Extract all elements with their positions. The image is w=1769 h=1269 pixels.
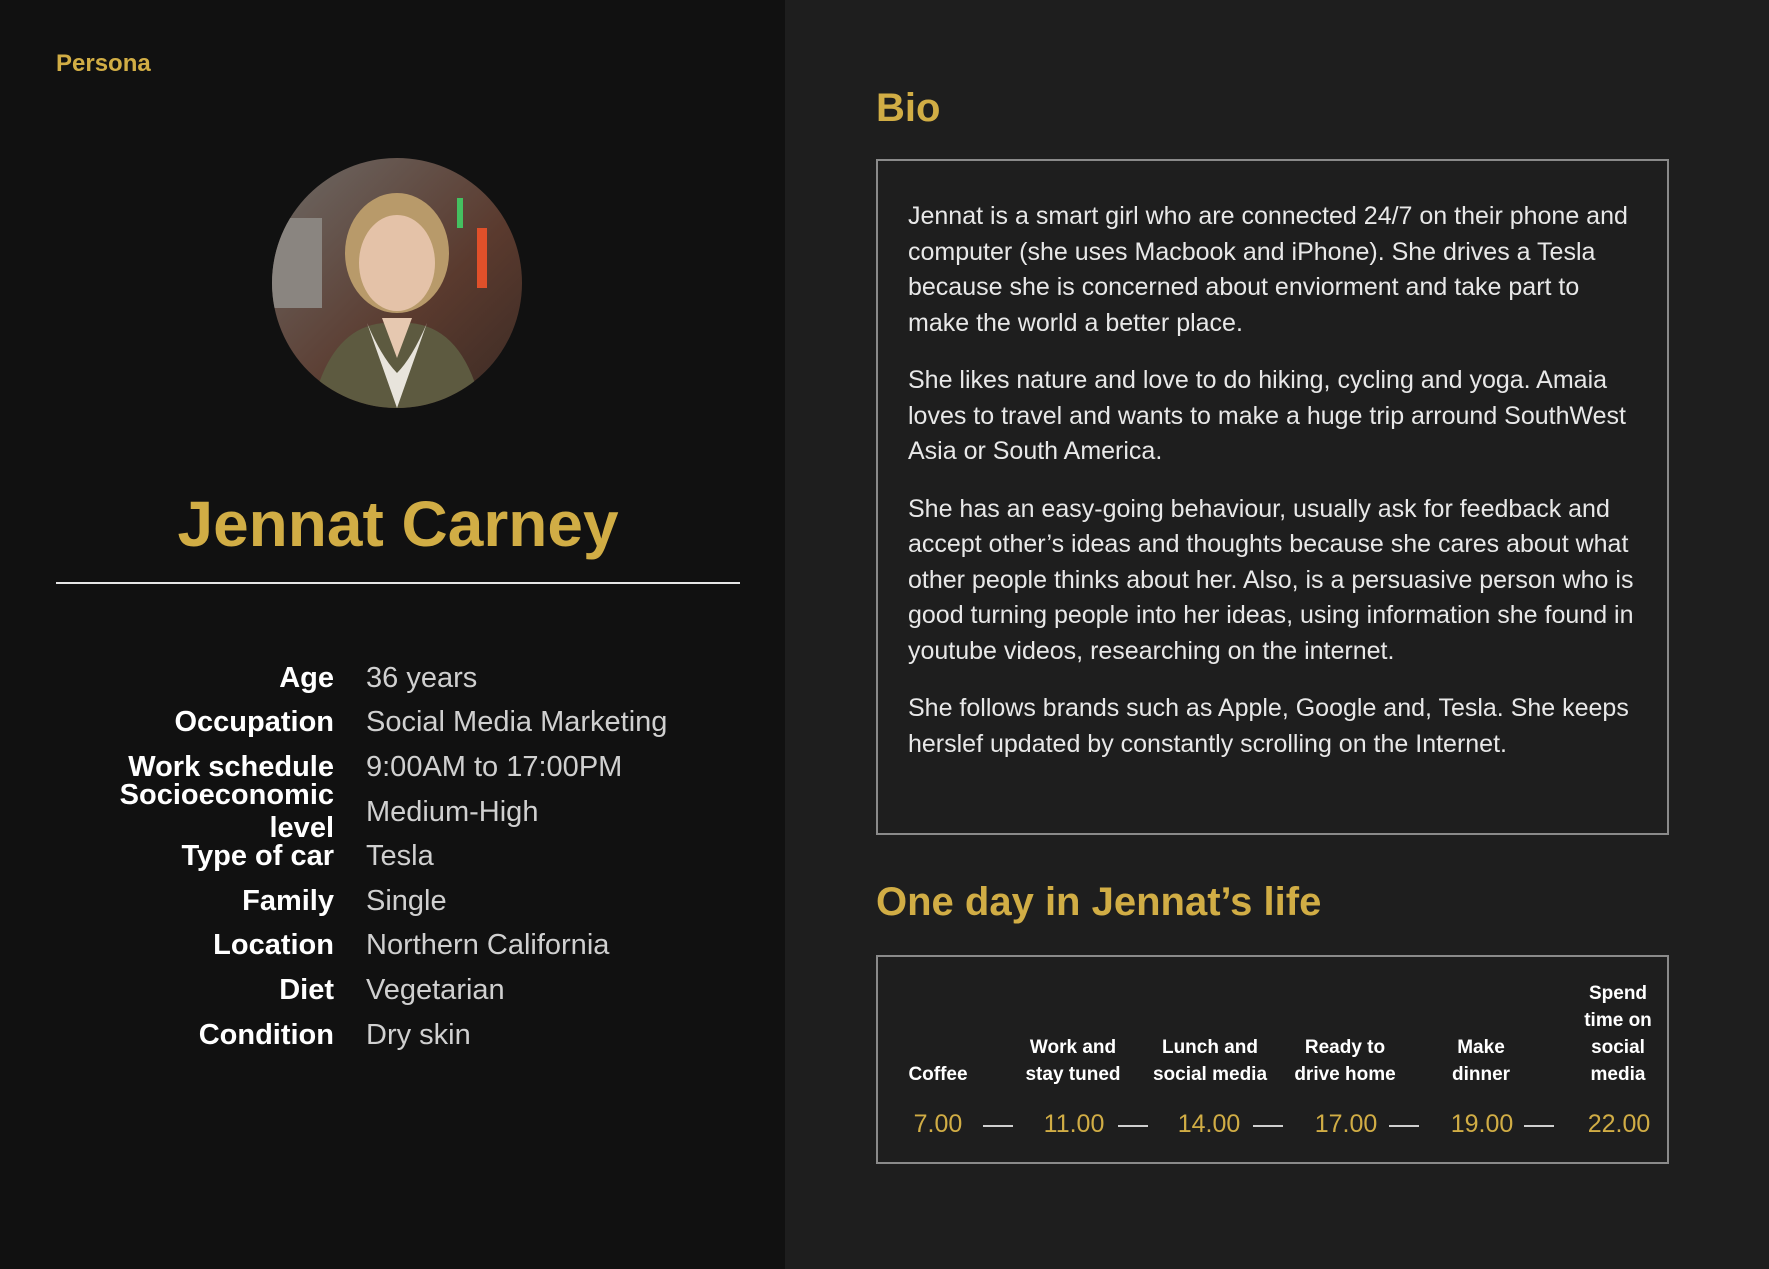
event-time: 22.00 <box>1587 1110 1651 1138</box>
detail-row-location: Location Northern California <box>56 924 756 969</box>
event-time: 14.00 <box>1177 1110 1241 1138</box>
day-title: One day in Jennat’s life <box>876 880 1322 924</box>
bio-paragraph: She likes nature and love to do hiking, … <box>908 366 1626 465</box>
detail-label: Type of car <box>181 840 334 873</box>
event-time: 7.00 <box>913 1110 963 1138</box>
detail-value: Tesla <box>366 840 434 873</box>
bio-box: Jennat is a smart girl who are connected… <box>876 159 1669 835</box>
details-list: Age 36 years Occupation Social Media Mar… <box>56 656 756 1057</box>
content-panel: Bio Jennat is a smart girl who are conne… <box>785 0 1769 1269</box>
day-timeline: Coffee Work and stay tuned Lunch and soc… <box>876 955 1669 1164</box>
detail-row-occupation: Occupation Social Media Marketing <box>56 701 756 746</box>
event-time: 11.00 <box>1043 1110 1105 1138</box>
detail-label: Age <box>279 661 334 694</box>
bio-paragraph: Jennat is a smart girl who are connected… <box>908 202 1628 337</box>
persona-name: Jennat Carney <box>177 488 619 560</box>
name-divider <box>56 582 740 584</box>
detail-row-family: Family Single <box>56 879 756 924</box>
detail-value: Medium-High <box>366 795 539 828</box>
timeline-dash <box>1389 1125 1419 1127</box>
timeline-dash <box>983 1125 1013 1127</box>
avatar <box>272 158 522 408</box>
bio-paragraph: She follows brands such as Apple, Google… <box>908 694 1629 758</box>
detail-label: Family <box>242 884 334 917</box>
persona-tag: Persona <box>56 50 151 77</box>
timeline-dash <box>1118 1125 1148 1127</box>
detail-row-condition: Condition Dry skin <box>56 1013 756 1058</box>
detail-row-socioeconomic-level: Socioeconomic level Medium-High <box>56 779 756 844</box>
detail-value: 9:00AM to 17:00PM <box>366 750 623 783</box>
event-label: Make dinner <box>1451 1037 1511 1085</box>
event-label: Ready to drive home <box>1294 1037 1396 1085</box>
bio-paragraph: She has an easy-going behaviour, usually… <box>908 494 1634 665</box>
detail-label: Occupation <box>174 706 334 739</box>
detail-label: Socioeconomic level <box>119 779 334 845</box>
detail-value: 36 years <box>366 661 478 694</box>
event-label: Work and stay tuned <box>1025 1037 1121 1085</box>
event-label: Lunch and social media <box>1152 1037 1268 1085</box>
avatar-photo <box>272 158 522 408</box>
profile-panel: Persona Jennat Carney Age 36 years Occup… <box>0 0 785 1269</box>
detail-label: Diet <box>279 973 334 1006</box>
detail-value: Northern California <box>366 929 610 962</box>
detail-value: Social Media Marketing <box>366 706 668 739</box>
detail-label: Location <box>213 929 334 962</box>
detail-value: Vegetarian <box>366 973 505 1006</box>
detail-value: Dry skin <box>366 1018 471 1051</box>
detail-row-age: Age 36 years <box>56 656 756 701</box>
timeline-dash <box>1253 1125 1283 1127</box>
event-label: Spend time on social media <box>1584 983 1652 1085</box>
detail-label: Condition <box>198 1018 334 1051</box>
persona-page: Persona Jennat Carney Age 36 years Occup… <box>0 0 1769 1269</box>
event-time: 17.00 <box>1314 1110 1378 1138</box>
detail-value: Single <box>366 884 447 917</box>
detail-row-diet: Diet Vegetarian <box>56 968 756 1013</box>
bio-title: Bio <box>876 86 941 130</box>
event-label: Coffee <box>908 1064 968 1085</box>
timeline-dash <box>1524 1125 1554 1127</box>
detail-row-type-of-car: Type of car Tesla <box>56 834 756 879</box>
